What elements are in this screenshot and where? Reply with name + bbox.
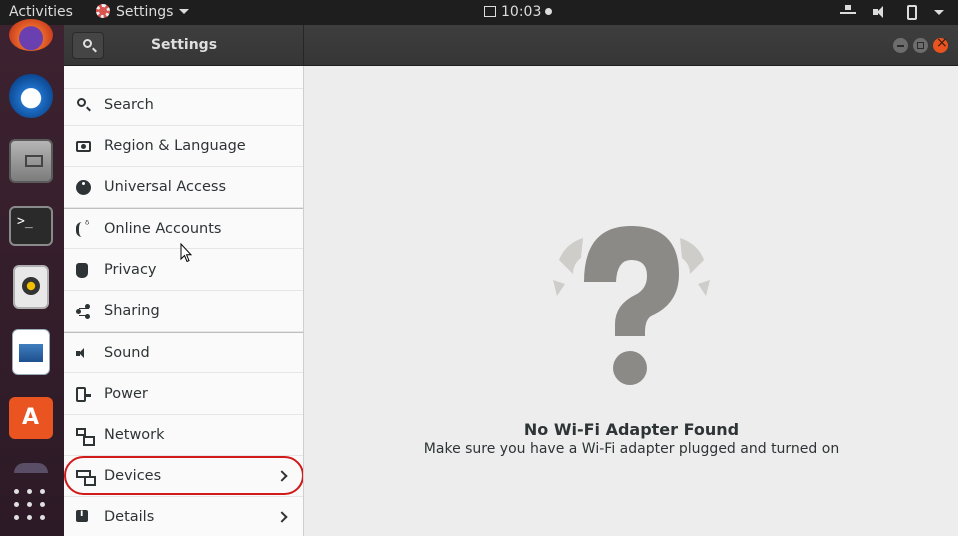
- sidebar-item-label: Sharing: [104, 303, 160, 319]
- libreoffice-writer-icon[interactable]: [12, 329, 50, 375]
- files-icon[interactable]: [9, 139, 53, 183]
- sidebar-item-label: Region & Language: [104, 138, 246, 154]
- notification-dot-icon: [545, 8, 553, 15]
- power-icon: [76, 387, 91, 402]
- volume-icon: [873, 5, 889, 19]
- show-applications-icon[interactable]: [14, 489, 46, 521]
- empty-state-description: Make sure you have a Wi-Fi adapter plugg…: [423, 441, 840, 457]
- network-icon: [839, 5, 856, 19]
- online-accounts-icon: [76, 218, 91, 237]
- question-mark-icon: [553, 226, 710, 385]
- rhythmbox-icon[interactable]: [13, 265, 49, 309]
- clock[interactable]: 10:03: [484, 0, 553, 25]
- settings-gear-icon: [96, 4, 110, 18]
- details-icon: [76, 508, 88, 522]
- sidebar-item-label: Notifications: [104, 66, 195, 76]
- top-bar: Activities Settings 10:03: [0, 0, 958, 25]
- thunderbird-icon[interactable]: [9, 74, 53, 118]
- mouse-pointer-icon: [180, 243, 192, 263]
- window-title: Settings: [150, 37, 218, 53]
- minimize-button[interactable]: [893, 38, 908, 53]
- power-menu-caret-icon: [934, 9, 944, 15]
- sidebar-item-power[interactable]: Power: [64, 374, 303, 415]
- sidebar-item-label: Sound: [104, 345, 150, 361]
- search-icon: [76, 98, 91, 113]
- sidebar-item-label: Privacy: [104, 262, 157, 278]
- network-icon: [76, 428, 95, 446]
- wifi-panel: No Wi-Fi Adapter Found Make sure you hav…: [305, 66, 958, 536]
- sidebar-item-network[interactable]: Network: [64, 415, 303, 456]
- app-menu[interactable]: Settings: [96, 0, 190, 25]
- sidebar-item-label: Universal Access: [104, 179, 227, 195]
- app-menu-label: Settings: [116, 4, 174, 20]
- chevron-right-icon: [276, 470, 288, 482]
- sidebar-item-sharing[interactable]: Sharing: [64, 291, 303, 332]
- ubuntu-software-icon[interactable]: [9, 397, 53, 439]
- battery-icon: [906, 4, 917, 20]
- sharing-icon: [76, 304, 91, 319]
- settings-sidebar: Notifications Search Region & Language U…: [64, 66, 304, 536]
- chevron-right-icon: [276, 511, 288, 523]
- sidebar-item-label: Search: [104, 97, 154, 113]
- sidebar-item-label: Devices: [104, 468, 162, 484]
- region-icon: [76, 141, 91, 152]
- sidebar-item-label: Online Accounts: [104, 221, 222, 237]
- header-bar: Settings: [64, 25, 958, 66]
- chevron-down-icon: [179, 9, 190, 14]
- clock-time: 10:03: [501, 4, 542, 20]
- terminal-icon[interactable]: [9, 206, 53, 246]
- header-bar-left: Settings: [64, 25, 304, 66]
- sidebar-item-universal-access[interactable]: Universal Access: [64, 167, 303, 208]
- sidebar-item-label: Details: [104, 509, 155, 525]
- sound-icon: [76, 346, 91, 361]
- sidebar-item-label: Network: [104, 427, 165, 443]
- sidebar-item-sound[interactable]: Sound: [64, 332, 303, 373]
- sidebar-item-label: Power: [104, 386, 148, 402]
- empty-state-title: No Wi-Fi Adapter Found: [523, 420, 740, 439]
- sidebar-item-devices[interactable]: Devices: [64, 456, 303, 497]
- devices-icon: [76, 470, 96, 486]
- close-button[interactable]: [933, 35, 948, 53]
- privacy-hand-icon: [76, 263, 88, 278]
- dock-app-partial-icon[interactable]: [14, 463, 48, 473]
- sidebar-item-details[interactable]: Details: [64, 497, 303, 536]
- dock: [0, 19, 64, 536]
- settings-window: Settings Notifications Search Region & L…: [64, 25, 958, 536]
- sidebar-item-region-language[interactable]: Region & Language: [64, 126, 303, 167]
- universal-access-icon: [76, 180, 91, 195]
- sidebar-item-search[interactable]: Search: [64, 85, 303, 126]
- maximize-button[interactable]: [913, 38, 928, 53]
- firefox-icon[interactable]: [9, 19, 53, 51]
- calendar-icon: [484, 6, 496, 17]
- system-tray[interactable]: [827, 0, 944, 25]
